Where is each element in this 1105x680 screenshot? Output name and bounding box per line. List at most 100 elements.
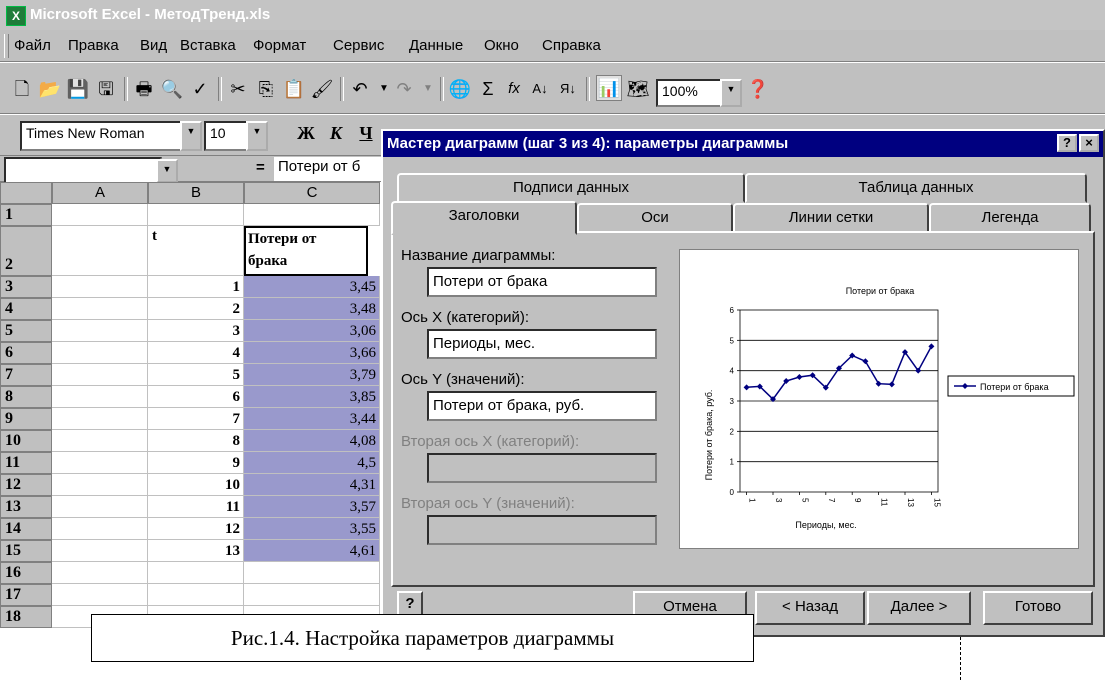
- corner-select-all[interactable]: [0, 182, 52, 204]
- cell-a[interactable]: [52, 474, 148, 496]
- menu-data[interactable]: Данные: [409, 37, 463, 54]
- cell-a[interactable]: [52, 226, 148, 276]
- row-header[interactable]: 1: [0, 204, 52, 226]
- cell-b[interactable]: 3: [148, 320, 244, 342]
- row-header[interactable]: 13: [0, 496, 52, 518]
- row-header[interactable]: 8: [0, 386, 52, 408]
- row-header[interactable]: 14: [0, 518, 52, 540]
- row-header[interactable]: 9: [0, 408, 52, 430]
- cell-c[interactable]: 3,85: [244, 386, 380, 408]
- cell-a[interactable]: [52, 452, 148, 474]
- cell-c[interactable]: 3,06: [244, 320, 380, 342]
- zoom-dropdown-icon[interactable]: ▼: [720, 79, 742, 107]
- cell-c[interactable]: [244, 584, 380, 606]
- print-icon[interactable]: 🖶: [132, 77, 156, 101]
- cell-a[interactable]: [52, 204, 148, 226]
- cell-a[interactable]: [52, 408, 148, 430]
- row-header[interactable]: 7: [0, 364, 52, 386]
- x-axis-title-input[interactable]: Периоды, мес.: [427, 329, 657, 359]
- row-header[interactable]: 6: [0, 342, 52, 364]
- office-assistant-icon[interactable]: ❓: [746, 77, 770, 101]
- cell-b[interactable]: 11: [148, 496, 244, 518]
- font-size-dropdown-icon[interactable]: ▼: [246, 121, 268, 151]
- menu-help[interactable]: Справка: [542, 37, 601, 54]
- cell-b[interactable]: 2: [148, 298, 244, 320]
- cell-b[interactable]: 12: [148, 518, 244, 540]
- zoom-combo[interactable]: 100%: [656, 79, 728, 107]
- cell-c[interactable]: 3,57: [244, 496, 380, 518]
- cell-a[interactable]: [52, 562, 148, 584]
- next-button[interactable]: Далее >: [867, 591, 971, 625]
- menu-view[interactable]: Вид: [140, 37, 167, 54]
- row-header[interactable]: 4: [0, 298, 52, 320]
- cell-b[interactable]: 8: [148, 430, 244, 452]
- tab-data-table[interactable]: Таблица данных: [745, 173, 1087, 203]
- row-header[interactable]: 3: [0, 276, 52, 298]
- cell-b[interactable]: [148, 204, 244, 226]
- tab-gridlines[interactable]: Линии сетки: [733, 203, 929, 233]
- cell-b[interactable]: 4: [148, 342, 244, 364]
- hyperlink-icon[interactable]: 🌐: [448, 77, 472, 101]
- column-header-c[interactable]: C: [244, 182, 380, 204]
- window-title-bar[interactable]: X Microsoft Excel - МетодТренд.xls: [0, 0, 1105, 30]
- sort-ascending-icon[interactable]: А↓: [528, 77, 552, 101]
- cell-b[interactable]: [148, 562, 244, 584]
- function-icon[interactable]: fx: [502, 77, 526, 101]
- cell-a[interactable]: [52, 584, 148, 606]
- cell-b[interactable]: t: [148, 226, 244, 276]
- cell-c[interactable]: 3,48: [244, 298, 380, 320]
- cell-a[interactable]: [52, 298, 148, 320]
- name-box-dropdown-icon[interactable]: ▼: [156, 159, 178, 183]
- cell-c[interactable]: 3,66: [244, 342, 380, 364]
- tab-data-labels[interactable]: Подписи данных: [397, 173, 745, 203]
- row-header[interactable]: 12: [0, 474, 52, 496]
- cell-c[interactable]: 3,45: [244, 276, 380, 298]
- open-folder-icon[interactable]: 📂: [38, 77, 62, 101]
- cut-icon[interactable]: ✂: [226, 77, 250, 101]
- row-header[interactable]: 17: [0, 584, 52, 606]
- row-header[interactable]: 5: [0, 320, 52, 342]
- cell-a[interactable]: [52, 518, 148, 540]
- cell-a[interactable]: [52, 496, 148, 518]
- bold-button[interactable]: Ж: [294, 121, 318, 145]
- column-header-b[interactable]: B: [148, 182, 244, 204]
- finish-button[interactable]: Готово: [983, 591, 1093, 625]
- paste-icon[interactable]: 📋: [282, 77, 306, 101]
- help-title-button[interactable]: ?: [1057, 134, 1077, 152]
- close-button[interactable]: ×: [1079, 134, 1099, 152]
- copy-icon[interactable]: ⎘: [254, 77, 278, 101]
- cell-b[interactable]: 5: [148, 364, 244, 386]
- dialog-title-bar[interactable]: Мастер диаграмм (шаг 3 из 4): параметры …: [383, 131, 1103, 157]
- cell-c[interactable]: 4,61: [244, 540, 380, 562]
- tab-titles[interactable]: Заголовки: [391, 201, 577, 235]
- cell-a[interactable]: [52, 320, 148, 342]
- cell-c[interactable]: Потери от брака: [244, 226, 368, 276]
- font-combo[interactable]: Times New Roman: [20, 121, 188, 151]
- cell-c[interactable]: [244, 204, 380, 226]
- back-button[interactable]: < Назад: [755, 591, 865, 625]
- name-box[interactable]: [4, 157, 162, 185]
- underline-button[interactable]: Ч: [354, 121, 378, 145]
- cell-b[interactable]: 10: [148, 474, 244, 496]
- tab-axes[interactable]: Оси: [577, 203, 733, 233]
- map-icon[interactable]: 🗺: [626, 77, 650, 101]
- menu-window[interactable]: Окно: [484, 37, 519, 54]
- row-header[interactable]: 2: [0, 226, 52, 276]
- cell-c[interactable]: 4,31: [244, 474, 380, 496]
- cell-a[interactable]: [52, 342, 148, 364]
- network-save-icon[interactable]: 🖫: [94, 77, 118, 101]
- row-header[interactable]: 10: [0, 430, 52, 452]
- formula-input[interactable]: Потери от б: [274, 157, 398, 181]
- menu-tools[interactable]: Сервис: [333, 37, 384, 54]
- menu-file[interactable]: Файл: [14, 37, 51, 54]
- font-dropdown-icon[interactable]: ▼: [180, 121, 202, 151]
- spelling-icon[interactable]: ✓: [188, 77, 212, 101]
- cell-b[interactable]: 6: [148, 386, 244, 408]
- column-header-a[interactable]: A: [52, 182, 148, 204]
- row-header[interactable]: 18: [0, 606, 52, 628]
- chart-wizard-icon[interactable]: 📊: [596, 75, 622, 101]
- new-document-icon[interactable]: 🗋: [10, 77, 34, 101]
- row-header[interactable]: 11: [0, 452, 52, 474]
- cell-c[interactable]: 3,44: [244, 408, 380, 430]
- cell-b[interactable]: [148, 584, 244, 606]
